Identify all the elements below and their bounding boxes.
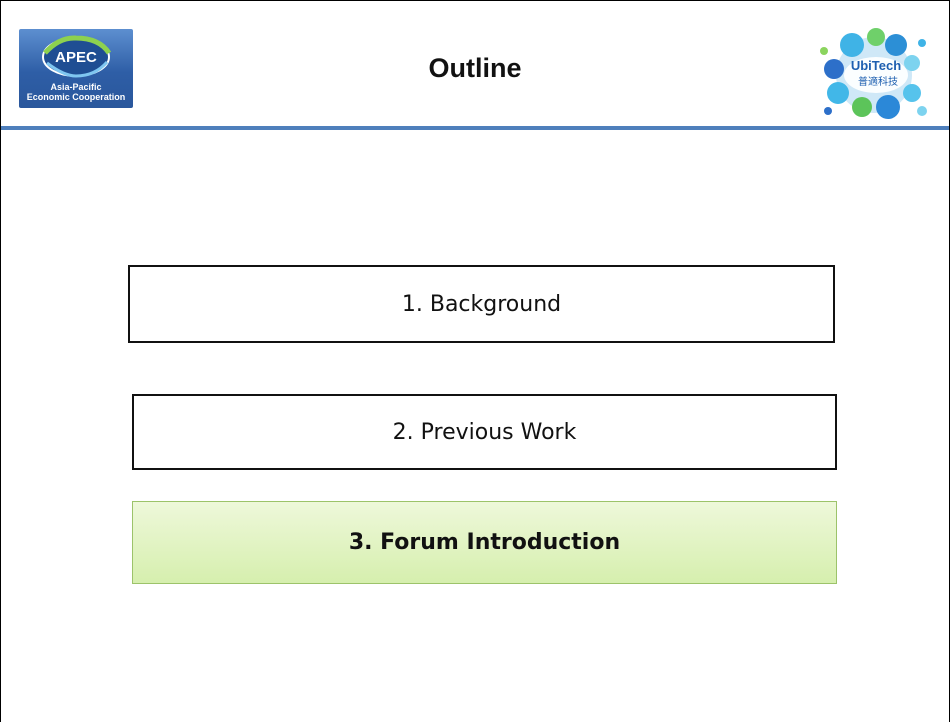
page-title: Outline	[428, 53, 522, 83]
outline-item-previous-work[interactable]: 2. Previous Work	[132, 394, 837, 470]
slide: APEC Asia-Pacific Economic Cooperation O…	[0, 0, 950, 722]
outline-item-label: 3. Forum Introduction	[348, 530, 621, 555]
outline-item-label: 1. Background	[401, 291, 562, 317]
outline-item-forum-introduction[interactable]: 3. Forum Introduction	[132, 501, 837, 584]
outline-item-label: 2. Previous Work	[392, 419, 577, 445]
outline-item-background[interactable]: 1. Background	[128, 265, 835, 343]
slide-header: APEC Asia-Pacific Economic Cooperation O…	[1, 1, 949, 130]
header-divider	[1, 126, 949, 130]
ubitech-wordmark: UbiTech	[851, 58, 901, 73]
ubitech-logo: UbiTech 普適科技	[814, 23, 936, 121]
apec-caption-line2: Economic Cooperation	[26, 92, 126, 102]
ubitech-bubbles-icon: UbiTech 普適科技	[820, 28, 927, 119]
ubitech-chinese: 普適科技	[858, 75, 898, 88]
